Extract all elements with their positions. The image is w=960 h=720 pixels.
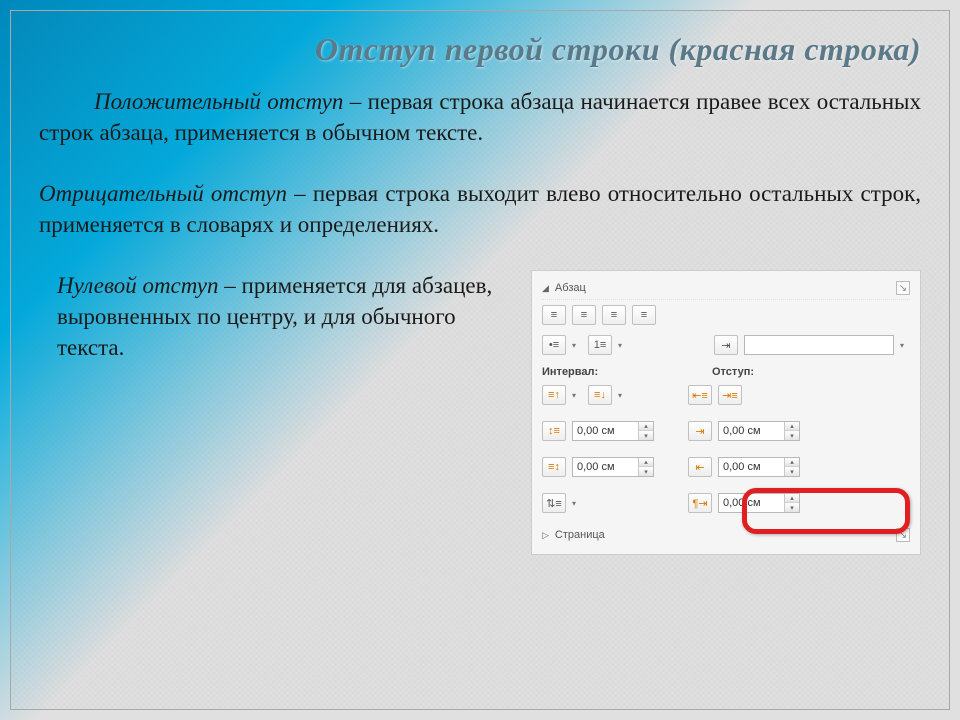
paragraph-positive: Положительный отступ – первая строка абз… (39, 86, 921, 148)
section-title-abzats: Абзац (555, 282, 890, 294)
line-spacing-down-icon[interactable]: ≡↓ (588, 385, 612, 405)
indent-right-value: 0,00 см (719, 461, 784, 473)
section-header-abzats[interactable]: ◢ Абзац ↘ (542, 277, 910, 300)
indent-right-icon[interactable]: ⇤ (688, 457, 712, 477)
slide-title: Отступ первой строки (красная строка) (39, 31, 921, 68)
align-row: ≡ ≡ ≡ ≡ (542, 300, 910, 330)
red-highlight-box (742, 488, 910, 534)
space-before-value: 0,00 см (573, 425, 638, 437)
expand-triangle-icon: ◢ (542, 283, 549, 294)
dropdown-icon[interactable]: ▾ (900, 341, 910, 350)
lower-columns: Нулевой отступ – применяется для абзацев… (39, 270, 921, 555)
line-spacing-up-icon[interactable]: ≡↑ (542, 385, 566, 405)
spin-down-icon[interactable]: ▾ (785, 431, 799, 440)
dropdown-icon[interactable]: ▾ (572, 391, 582, 400)
paragraph-negative: Отрицательный отступ – первая строка вых… (39, 178, 921, 240)
term-positive: Положительный отступ (94, 89, 343, 114)
label-otstup: Отступ: (712, 366, 754, 378)
increase-indent-icon[interactable]: ⇥≡ (718, 385, 742, 405)
dropdown-icon[interactable]: ▾ (618, 341, 628, 350)
first-line-indent-icon[interactable]: ¶⇥ (688, 493, 712, 513)
indent-left-value: 0,00 см (719, 425, 784, 437)
spin-up-icon[interactable]: ▴ (785, 422, 799, 431)
align-right-icon[interactable]: ≡ (602, 305, 626, 325)
align-justify-icon[interactable]: ≡ (632, 305, 656, 325)
align-left-icon[interactable]: ≡ (542, 305, 566, 325)
align-center-icon[interactable]: ≡ (572, 305, 596, 325)
spin-up-icon[interactable]: ▴ (639, 458, 653, 467)
decrease-indent-icon[interactable]: ⇤≡ (688, 385, 712, 405)
space-before-icon[interactable]: ↕≡ (542, 421, 566, 441)
dropdown-icon[interactable]: ▾ (572, 341, 582, 350)
list-row: •≡ ▾ 1≡ ▾ ⇥ ▾ (542, 330, 910, 360)
space-after-value: 0,00 см (573, 461, 638, 473)
indent-left-icon[interactable]: ⇥ (688, 421, 712, 441)
slide-frame: Отступ первой строки (красная строка) По… (10, 10, 950, 710)
spin-down-icon[interactable]: ▾ (639, 431, 653, 440)
tab-icon[interactable]: ⇥ (714, 335, 738, 355)
space-before-field[interactable]: 0,00 см ▴▾ (572, 421, 654, 441)
spin-down-icon[interactable]: ▾ (639, 467, 653, 476)
dialog-launcher-icon[interactable]: ↘ (896, 281, 910, 295)
indent-left-field[interactable]: 0,00 см ▴▾ (718, 421, 800, 441)
spin-up-icon[interactable]: ▴ (785, 458, 799, 467)
space-after-field[interactable]: 0,00 см ▴▾ (572, 457, 654, 477)
panel-wrap: ◢ Абзац ↘ ≡ ≡ ≡ ≡ •≡ ▾ 1≡ ▾ ⇥ ▾ (531, 270, 921, 555)
space-after-icon[interactable]: ≡↕ (542, 457, 566, 477)
dropdown-icon[interactable]: ▾ (618, 391, 628, 400)
indent-right-field[interactable]: 0,00 см ▴▾ (718, 457, 800, 477)
paragraph-zero-col: Нулевой отступ – применяется для абзацев… (39, 270, 521, 383)
spin-down-icon[interactable]: ▾ (785, 467, 799, 476)
term-negative: Отрицательный отступ (39, 181, 287, 206)
label-interval: Интервал: (542, 366, 712, 378)
line-spacing-icon[interactable]: ⇅≡ (542, 493, 566, 513)
interval-column: ≡↑▾ ≡↓▾ ↕≡ 0,00 см ▴▾ ≡↕ (542, 380, 654, 518)
term-zero: Нулевой отступ (57, 273, 219, 298)
bullets-icon[interactable]: •≡ (542, 335, 566, 355)
spin-up-icon[interactable]: ▴ (639, 422, 653, 431)
tab-value-field[interactable] (744, 335, 894, 355)
collapse-triangle-icon: ▷ (542, 530, 549, 541)
dropdown-icon[interactable]: ▾ (572, 499, 582, 508)
paragraph-zero: Нулевой отступ – применяется для абзацев… (39, 270, 521, 363)
labels-row: Интервал: Отступ: (542, 360, 910, 380)
numbering-icon[interactable]: 1≡ (588, 335, 612, 355)
